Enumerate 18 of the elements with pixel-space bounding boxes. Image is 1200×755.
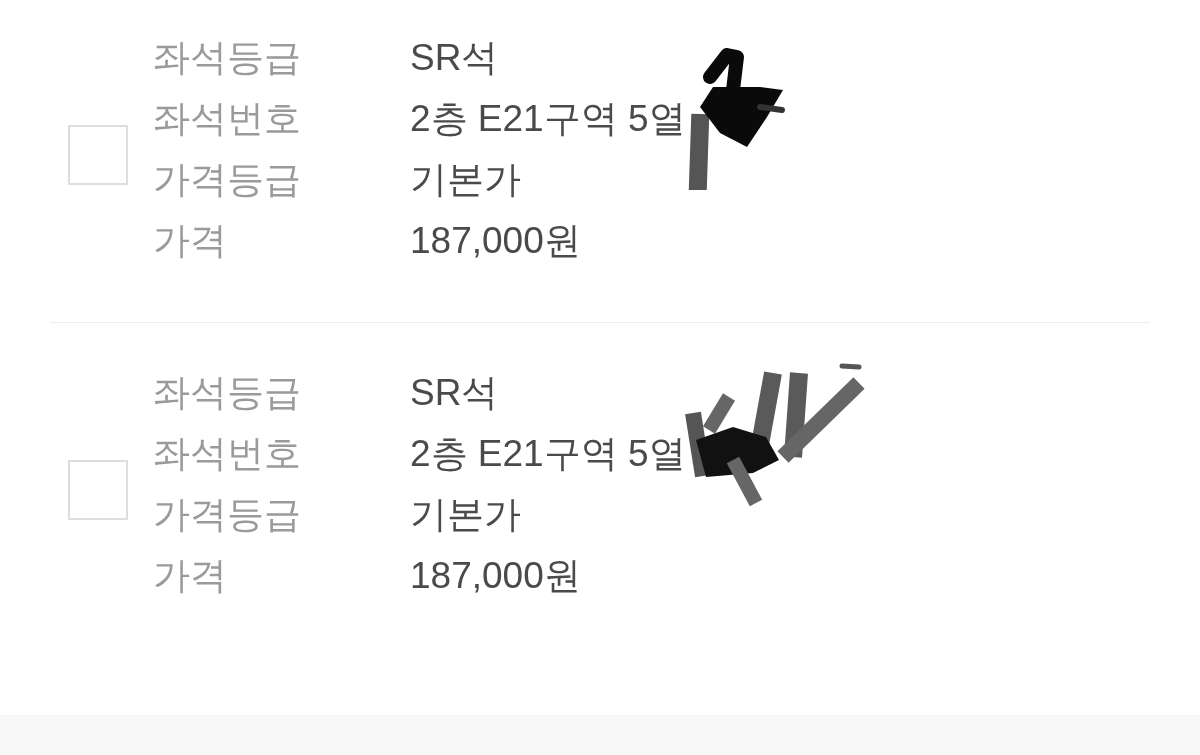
field-value: SR석 — [410, 36, 499, 80]
field-value: 2층 E21구역 5열 — [410, 97, 686, 141]
field-label: 가격등급 — [153, 493, 301, 537]
field-label: 가격 — [153, 219, 227, 263]
field-value: 2층 E21구역 5열 — [410, 432, 686, 476]
checkbox[interactable] — [68, 125, 128, 185]
field-label: 좌석번호 — [153, 432, 301, 476]
field-label: 좌석번호 — [153, 97, 301, 141]
field-value: 기본가 — [410, 493, 521, 537]
checkbox[interactable] — [68, 460, 128, 520]
field-value: 187,000원 — [410, 554, 581, 598]
field-label: 좌석등급 — [153, 36, 301, 80]
field-label: 좌석등급 — [153, 371, 301, 415]
field-value: 기본가 — [410, 158, 521, 202]
field-value: SR석 — [410, 371, 499, 415]
field-label: 가격등급 — [153, 158, 301, 202]
field-value: 187,000원 — [410, 219, 581, 263]
field-label: 가격 — [153, 554, 227, 598]
